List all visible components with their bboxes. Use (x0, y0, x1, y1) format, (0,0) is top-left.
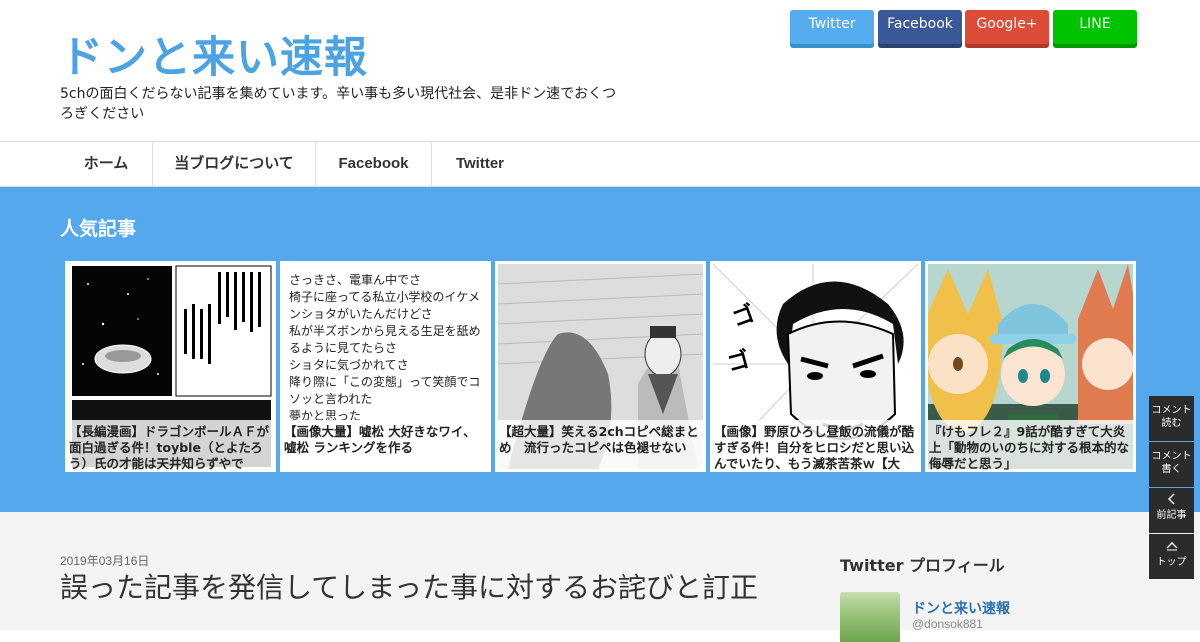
facebook-share-button[interactable]: Facebook (878, 10, 962, 44)
chevron-left-icon (1167, 493, 1174, 505)
read-comments-button[interactable]: コメント 読む (1149, 396, 1194, 441)
twitter-share-button[interactable]: Twitter (790, 10, 874, 44)
popular-articles-title: 人気記事 (60, 218, 137, 240)
nav-item-twitter[interactable]: Twitter (432, 142, 528, 186)
googleplus-share-button[interactable]: Google+ (965, 10, 1049, 44)
nav-item-facebook[interactable]: Facebook (316, 142, 431, 186)
previous-article-button[interactable]: 前記事 (1149, 488, 1194, 533)
main-content: 2019年03月16日 誤った記事を発信してしまった事に対するお詫びと訂正 Tw… (0, 512, 1200, 642)
site-header: ドンと来い速報 5chの面白くだらない記事を集めています。辛い事も多い現代社会、… (0, 0, 1200, 141)
popular-article-card[interactable]: 『けもフレ２』9話が酷すぎて大炎上「動物のいのちに対する根本的な侮辱だと思う」 (925, 261, 1136, 472)
popular-article-card[interactable]: 【超大量】笑える2chコピペ総まとめ 流行ったコピペは色褪せない (495, 261, 706, 472)
back-to-top-button[interactable]: トップ (1149, 534, 1194, 579)
nav-item-home[interactable]: ホーム (60, 142, 152, 186)
write-comment-label: コメント 書く (1151, 451, 1192, 475)
site-logo[interactable]: ドンと来い速報 (60, 30, 368, 86)
twitter-profile-name[interactable]: ドンと来い速報 (912, 598, 1010, 618)
twitter-share-label: Twitter (808, 16, 856, 32)
back-to-top-label: トップ (1156, 557, 1187, 568)
article-title: 【画像】野原ひろし昼飯の流儀が酷すぎる件！自分をヒロシだと思い込んでいたり、もう… (710, 420, 921, 472)
article-date: 2019年03月16日 (60, 554, 150, 568)
popular-article-card[interactable]: ゴ ゴ 【画像】野原ひろし昼飯の流儀が酷すぎる件！自分をヒロシだと思い込んでいた… (710, 261, 921, 472)
twitter-handle: @donsok881 (912, 617, 983, 631)
line-share-button[interactable]: LINE (1053, 10, 1137, 44)
write-comment-button[interactable]: コメント 書く (1149, 442, 1194, 487)
article-title: 『けもフレ２』9話が酷すぎて大炎上「動物のいのちに対する根本的な侮辱だと思う」 (925, 420, 1136, 472)
thumbnail-text: さっきさ、電車ん中でさ 椅子に座ってる私立小学校のイケメンショタがいたんだけどさ… (289, 273, 481, 423)
popular-article-card[interactable]: 【長編漫画】ドラゴンボールＡＦが面白過ぎる件！toyble（とよたろう）氏の才能… (65, 261, 276, 472)
line-share-label: LINE (1079, 16, 1111, 32)
facebook-share-label: Facebook (887, 16, 953, 32)
article-title: 【超大量】笑える2chコピペ総まとめ 流行ったコピペは色褪せない (495, 420, 706, 472)
article-headline[interactable]: 誤った記事を発信してしまった事に対するお詫びと訂正 (60, 570, 758, 606)
previous-article-label: 前記事 (1156, 510, 1187, 521)
twitter-avatar[interactable] (840, 592, 900, 642)
popular-article-card[interactable]: さっきさ、電車ん中でさ 椅子に座ってる私立小学校のイケメンショタがいたんだけどさ… (280, 261, 491, 472)
sidebar-twitter-title: Twitter プロフィール (840, 556, 1005, 575)
chevron-up-icon (1166, 542, 1177, 551)
popular-articles-section: 人気記事 【長編漫画】ドラゴンボールＡＦが面白過ぎる件！toyble（とよたろう… (0, 187, 1200, 512)
googleplus-share-label: Google+ (976, 16, 1038, 32)
article-title: 【長編漫画】ドラゴンボールＡＦが面白過ぎる件！toyble（とよたろう）氏の才能… (65, 420, 276, 472)
site-tagline: 5chの面白くだらない記事を集めています。辛い事も多い現代社会、是非ドン速でおく… (60, 86, 617, 122)
read-comments-label: コメント 読む (1151, 405, 1192, 429)
global-nav: ホーム 当ブログについて Facebook Twitter (0, 141, 1200, 187)
article-title: 【画像大量】嘘松 大好きなワイ、嘘松 ランキングを作る (280, 420, 491, 472)
nav-item-about[interactable]: 当ブログについて (153, 142, 315, 186)
